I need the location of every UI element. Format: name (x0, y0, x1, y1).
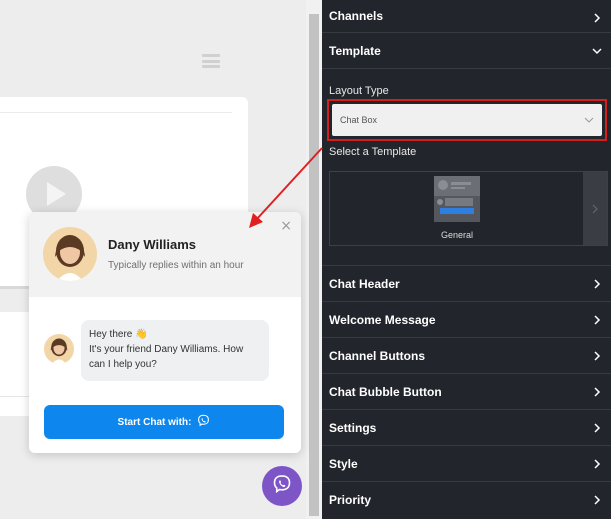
chat-message-text: It's your friend Dany Williams. How can … (89, 344, 244, 370)
layout-type-select[interactable]: Chat Box (332, 104, 602, 136)
section-label: Welcome Message (329, 312, 436, 327)
section-priority[interactable]: Priority (322, 482, 611, 518)
section-label: Chat Header (329, 276, 400, 291)
chat-agent-status: Typically replies within an hour (108, 260, 244, 271)
highlight-box: Chat Box (327, 99, 607, 141)
template-thumbnail-general[interactable] (434, 176, 480, 222)
chevron-down-icon (592, 48, 602, 55)
section-settings[interactable]: Settings (322, 410, 611, 446)
section-welcome-message[interactable]: Welcome Message (322, 302, 611, 338)
section-chat-bubble-button[interactable]: Chat Bubble Button (322, 374, 611, 410)
section-label: Settings (329, 420, 377, 435)
start-chat-button[interactable]: Start Chat with: (44, 405, 284, 439)
chevron-right-icon (594, 423, 601, 433)
section-label: Template (329, 43, 381, 58)
chevron-down-icon (584, 117, 594, 123)
chat-widget: × Dany Williams Typically replies within… (29, 212, 301, 453)
hamburger-icon (202, 54, 220, 68)
chat-agent-name: Dany Williams (108, 237, 197, 252)
chevron-right-icon (594, 495, 601, 505)
avatar (44, 334, 74, 364)
section-template[interactable]: Template (322, 33, 611, 69)
section-channels[interactable]: Channels (322, 0, 611, 33)
chevron-right-icon (594, 387, 601, 397)
chat-message-bubble: Hey there 👋 It's your friend Dany Willia… (81, 320, 269, 381)
section-channel-buttons[interactable]: Channel Buttons (322, 338, 611, 374)
chat-message-greeting: Hey there 👋 (89, 329, 148, 340)
template-carousel: General (329, 171, 608, 246)
close-icon[interactable]: × (280, 218, 292, 234)
chevron-right-icon (594, 315, 601, 325)
section-label: Channels (329, 9, 384, 23)
section-label: Priority (329, 493, 372, 507)
viber-icon (272, 474, 292, 499)
carousel-next-button[interactable] (583, 172, 607, 245)
section-style[interactable]: Style (322, 446, 611, 482)
chevron-right-icon (594, 279, 601, 289)
chevron-right-icon (594, 459, 601, 469)
start-chat-label: Start Chat with: (117, 416, 192, 428)
section-label: Style (329, 456, 358, 471)
chevron-right-icon (594, 351, 601, 361)
scrollbar-thumb[interactable] (309, 14, 319, 516)
divider (0, 112, 232, 113)
chevron-right-icon (592, 204, 598, 214)
template-name: General (440, 230, 474, 240)
section-label: Channel Buttons (329, 348, 425, 363)
section-chat-header[interactable]: Chat Header (322, 266, 611, 302)
select-template-label: Select a Template (329, 146, 417, 158)
chat-bubble-button[interactable] (262, 466, 302, 506)
section-label: Chat Bubble Button (329, 384, 442, 399)
layout-type-label: Layout Type (329, 85, 389, 97)
layout-type-value: Chat Box (340, 115, 378, 125)
chevron-right-icon (594, 13, 601, 23)
settings-panel: Channels Template Layout Type Chat Box S… (322, 0, 611, 519)
viber-icon (197, 414, 210, 430)
avatar (43, 227, 97, 281)
